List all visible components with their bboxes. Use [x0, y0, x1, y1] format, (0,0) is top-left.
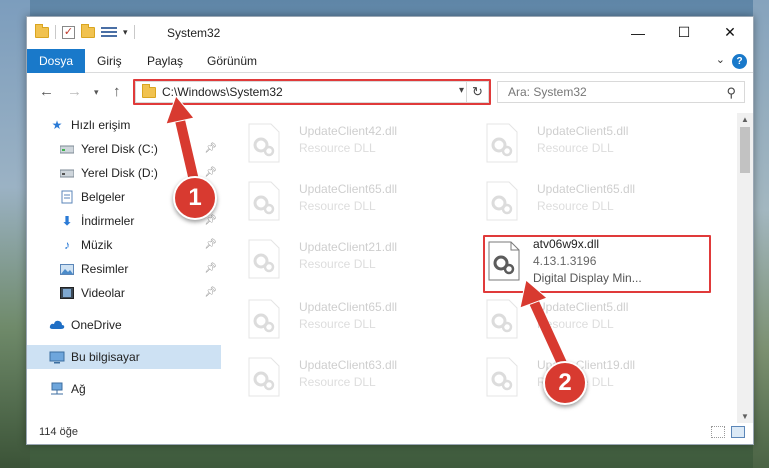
arrow-2-shaft	[528, 295, 570, 375]
step-badge-1: 1	[173, 176, 217, 220]
arrow-1-shaft	[174, 111, 200, 190]
annotation-arrows	[165, 94, 570, 375]
step-badge-2: 2	[543, 361, 587, 405]
arrow-1-head	[165, 94, 195, 125]
